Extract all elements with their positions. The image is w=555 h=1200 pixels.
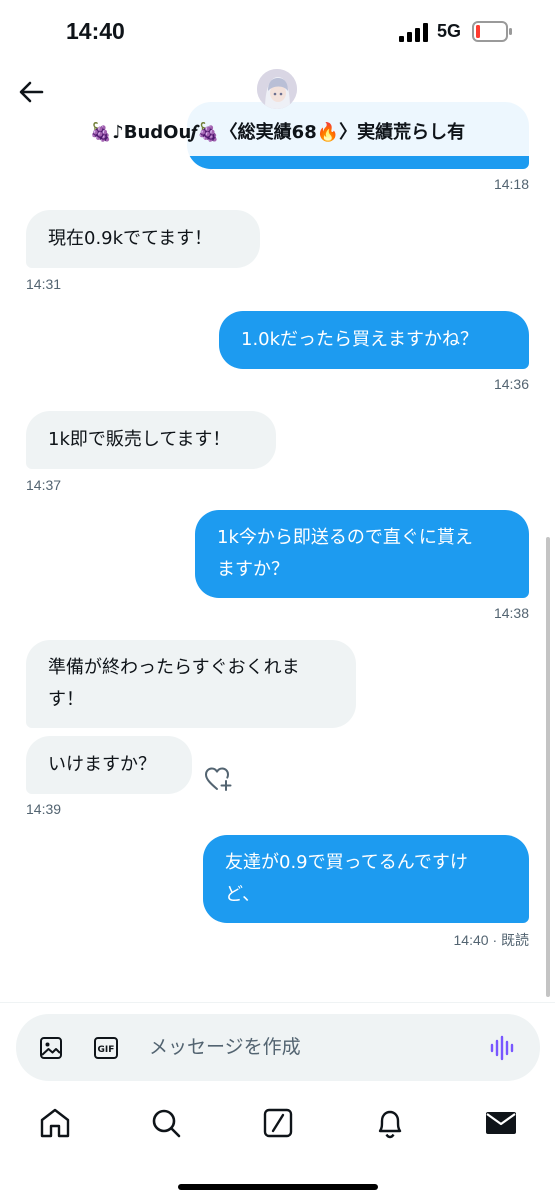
message-bubble-incoming[interactable]: 1k即で販売してます！	[26, 411, 276, 469]
message-text: 友達が0.9で買ってるんですけ	[225, 852, 468, 873]
message-bubble-outgoing[interactable]: 友達が0.9で買ってるんですけ ど、	[203, 835, 529, 923]
message-text: ど、	[225, 884, 261, 905]
message-composer: GIF	[16, 1014, 540, 1081]
message-bubble-incoming[interactable]: いけますか？	[26, 736, 192, 794]
message-time-read-status: 14:40 · 既読	[453, 932, 529, 948]
conversation[interactable]: 14:18 現在0.9kでてます！ 14:31 1.0kだったら買えますかね？ …	[0, 62, 555, 1002]
heart-plus-icon[interactable]	[204, 766, 232, 792]
scrollbar[interactable]	[546, 537, 550, 997]
message-text: 現在0.9kでてます！	[48, 228, 213, 249]
home-icon[interactable]	[38, 1106, 72, 1140]
conversation-title[interactable]: 🍇♪BudOu𝆑🍇〈総実績68🔥〉実績荒らし有	[0, 118, 555, 144]
message-bubble-incoming[interactable]: 現在0.9kでてます！	[26, 210, 260, 268]
message-text: いけますか？	[48, 754, 156, 775]
message-text: す！	[48, 689, 84, 710]
voice-wave-icon[interactable]	[490, 1035, 516, 1061]
battery-icon	[472, 21, 512, 42]
bell-icon[interactable]	[373, 1106, 407, 1140]
message-text: 1k即で販売してます！	[48, 429, 231, 450]
message-bubble-incoming[interactable]: 準備が終わったらすぐおくれま す！	[26, 640, 356, 728]
message-time: 14:37	[26, 477, 62, 493]
divider	[0, 1002, 555, 1003]
network-label: 5G	[437, 21, 462, 41]
search-icon[interactable]	[149, 1106, 183, 1140]
avatar[interactable]	[257, 69, 297, 109]
image-icon[interactable]	[39, 1036, 63, 1060]
message-text: 1.0kだったら買えますかね？	[241, 329, 479, 350]
message-bubble-outgoing[interactable]: 1k今から即送るので直ぐに貰え ますか？	[195, 510, 529, 598]
home-indicator	[178, 1184, 378, 1190]
status-bar: 14:40 5G	[0, 0, 555, 62]
mail-icon[interactable]	[484, 1106, 518, 1140]
message-text: ますか？	[217, 559, 289, 580]
message-time: 14:38	[493, 605, 529, 621]
message-time: 14:39	[26, 801, 62, 817]
grok-icon[interactable]	[261, 1106, 295, 1140]
status-time: 14:40	[66, 18, 125, 44]
message-time: 14:36	[493, 376, 529, 392]
message-bubble-outgoing[interactable]: 1.0kだったら買えますかね？	[219, 311, 529, 369]
signal-icon	[399, 23, 428, 42]
message-time: 14:31	[26, 276, 62, 292]
svg-text:GIF: GIF	[98, 1045, 115, 1055]
message-time: 14:18	[493, 176, 529, 192]
gif-icon[interactable]: GIF	[94, 1037, 118, 1059]
arrow-left-icon[interactable]	[16, 76, 48, 108]
conversation-header: 🍇♪BudOu𝆑🍇〈総実績68🔥〉実績荒らし有	[0, 62, 555, 156]
message-input[interactable]	[149, 1031, 469, 1063]
message-text: 1k今から即送るので直ぐに貰え	[217, 527, 473, 548]
message-text: 準備が終わったらすぐおくれま	[48, 657, 300, 678]
